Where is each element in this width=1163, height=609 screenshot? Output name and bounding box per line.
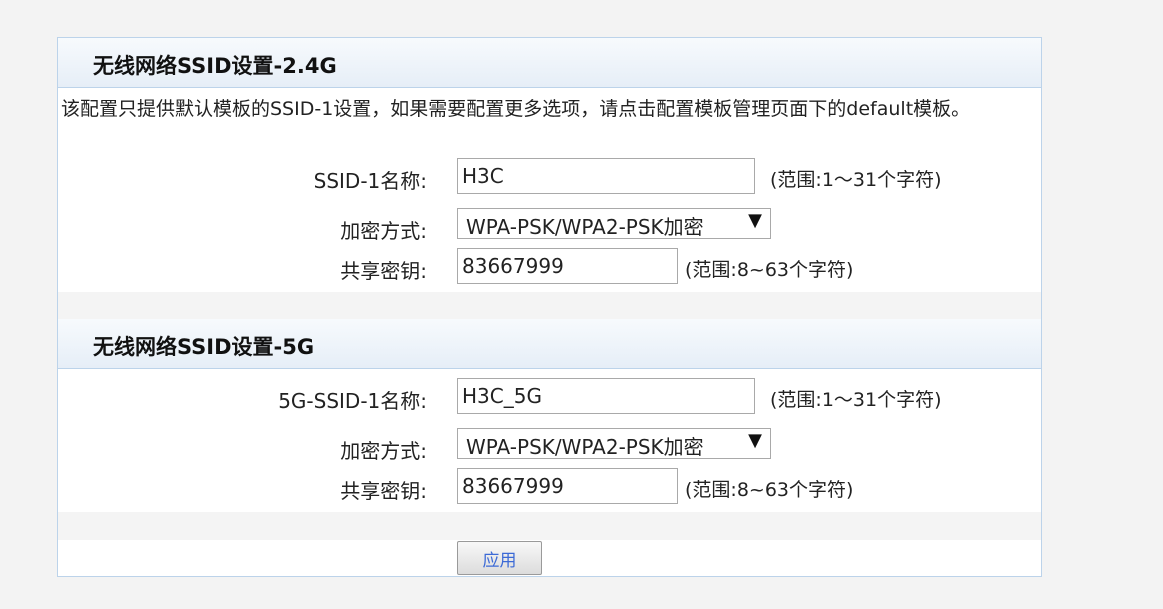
ssid-hint-24g: (范围:1～31个字符) [770, 169, 942, 191]
key-label-5g: 共享密钥: [340, 479, 427, 503]
encryption-row-24g: 加密方式: WPA-PSK/WPA2-PSK加密 ▼ [58, 208, 1041, 246]
ssid-label-5g: 5G-SSID-1名称: [278, 389, 427, 413]
encryption-value-5g: WPA-PSK/WPA2-PSK加密 [466, 435, 704, 459]
key-label-24g: 共享密钥: [340, 259, 427, 283]
key-input-5g[interactable] [457, 468, 678, 504]
ssid-input-24g[interactable] [457, 158, 755, 194]
key-hint-24g: (范围:8~63个字符) [685, 259, 854, 281]
section-title-5g: 无线网络SSID设置-5G [93, 335, 315, 359]
ssid-label-24g: SSID-1名称: [313, 169, 427, 193]
encryption-value-24g: WPA-PSK/WPA2-PSK加密 [466, 215, 704, 239]
key-hint-5g: (范围:8~63个字符) [685, 479, 854, 501]
apply-button[interactable]: 应用 [457, 541, 542, 575]
section-header-24g: 无线网络SSID设置-2.4G [58, 38, 1041, 88]
encryption-select-5g[interactable]: WPA-PSK/WPA2-PSK加密 ▼ [457, 428, 771, 459]
ssid-row-5g: 5G-SSID-1名称: (范围:1～31个字符) [58, 378, 1041, 416]
key-row-24g: 共享密钥: (范围:8~63个字符) [58, 248, 1041, 286]
wireless-settings-panel: 无线网络SSID设置-2.4G 该配置只提供默认模板的SSID-1设置，如果需要… [57, 37, 1042, 577]
encryption-label-24g: 加密方式: [340, 219, 427, 243]
ssid-hint-5g: (范围:1～31个字符) [770, 389, 942, 411]
section-header-5g: 无线网络SSID设置-5G [58, 319, 1041, 369]
chevron-down-icon: ▼ [748, 430, 762, 451]
footer-strip [58, 512, 1041, 540]
chevron-down-icon: ▼ [748, 210, 762, 231]
section-title-24g: 无线网络SSID设置-2.4G [93, 54, 337, 78]
ssid-input-5g[interactable] [457, 378, 755, 414]
config-note: 该配置只提供默认模板的SSID-1设置，如果需要配置更多选项，请点击配置模板管理… [61, 98, 971, 120]
key-input-24g[interactable] [457, 248, 678, 284]
encryption-select-24g[interactable]: WPA-PSK/WPA2-PSK加密 ▼ [457, 208, 771, 239]
key-row-5g: 共享密钥: (范围:8~63个字符) [58, 468, 1041, 506]
encryption-row-5g: 加密方式: WPA-PSK/WPA2-PSK加密 ▼ [58, 428, 1041, 466]
section-divider [58, 292, 1041, 320]
encryption-label-5g: 加密方式: [340, 439, 427, 463]
ssid-row-24g: SSID-1名称: (范围:1～31个字符) [58, 158, 1041, 196]
